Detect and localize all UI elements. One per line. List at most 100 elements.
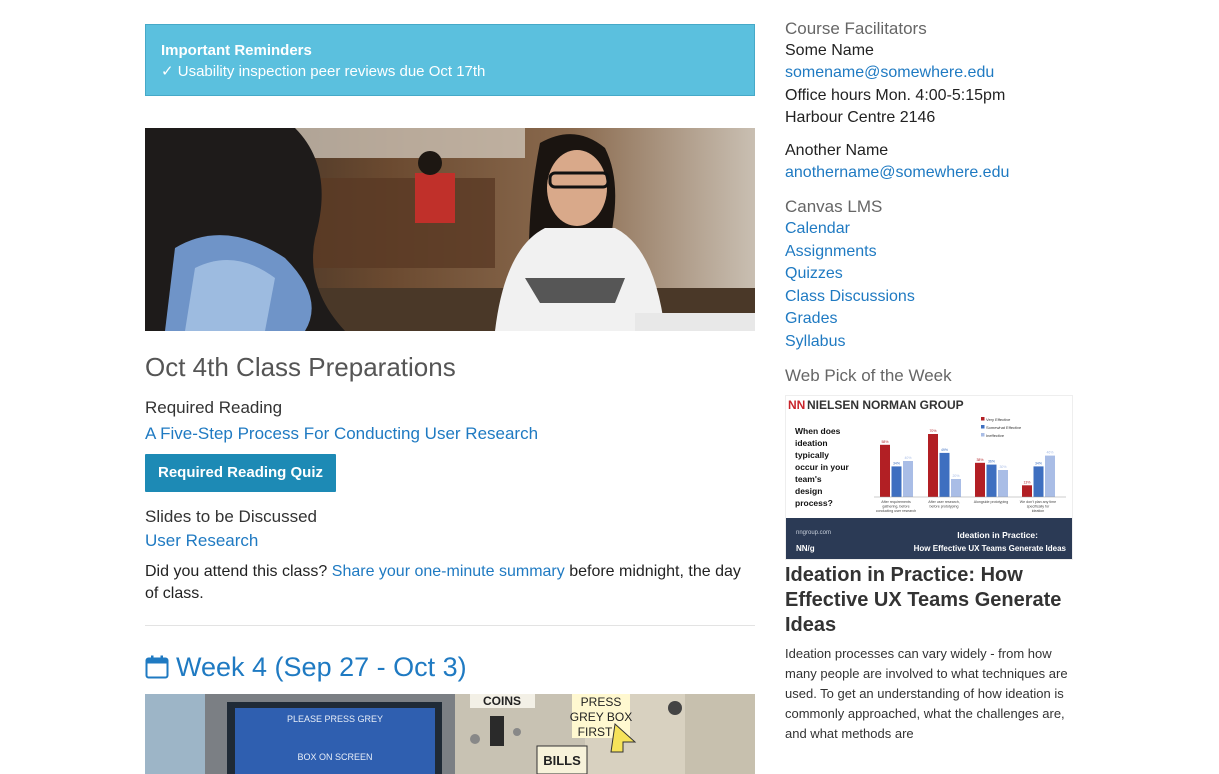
coins-sign: COINS — [483, 694, 521, 708]
chart-data-label: 36% — [988, 460, 995, 464]
kiosk-screen-text-2: BOX ON SCREEN — [297, 752, 372, 762]
chart-question-line: When does — [795, 426, 841, 436]
canvas-link-quizzes[interactable]: Quizzes — [785, 263, 1085, 286]
kiosk-illustration: PLEASE PRESS GREY BOX ON SCREEN COINS PR… — [145, 694, 755, 774]
chart-bar — [1045, 455, 1055, 497]
chart-data-label: 13% — [1023, 480, 1030, 484]
legend-label: Very Effective — [986, 417, 1011, 422]
chart-data-label: 30% — [999, 465, 1006, 469]
required-reading-quiz-button[interactable]: Required Reading Quiz — [145, 454, 337, 492]
required-reading-label: Required Reading — [145, 398, 283, 417]
web-pick-article-body: Ideation processes can vary widely - fro… — [785, 646, 1068, 741]
legend-swatch — [981, 425, 985, 429]
chart-question-line: occur in your — [795, 462, 850, 472]
chart-bar — [1033, 466, 1044, 497]
summary-link[interactable]: Share your one-minute summary — [332, 563, 565, 580]
calendar-icon — [145, 655, 169, 679]
chart-data-label: 20% — [952, 474, 959, 478]
facilitator-name-2: Another Name — [785, 141, 889, 159]
facilitator-office-hours: Office hours Mon. 4:00-5:15pm — [785, 86, 1006, 104]
class-prep-title: Oct 4th Class Preparations — [145, 352, 456, 382]
slides-link[interactable]: User Research — [145, 530, 755, 552]
first-sign: FIRST — [578, 725, 613, 739]
chart-data-label: 34% — [893, 461, 900, 465]
chart-bar — [1022, 485, 1032, 497]
chart-category-label: After requirements — [881, 500, 911, 504]
chart-bars: 58% 70% 38% 13% 34% 49% 36% 34% 40% 20% 30% 46% — [874, 429, 1066, 498]
facilitators-heading: Course Facilitators — [785, 19, 927, 38]
chart-category-label: We don't plan any time — [1020, 500, 1056, 504]
week-heading[interactable]: Week 4 (Sep 27 - Oct 3) — [145, 650, 755, 684]
legend-swatch — [981, 417, 985, 421]
week-4-photo: PLEASE PRESS GREY BOX ON SCREEN COINS PR… — [145, 694, 755, 774]
hero-photo-illustration — [145, 128, 755, 331]
attendance-text: Did you attend this class? Share your on… — [145, 561, 755, 605]
chart-category-labels: After requirementsgathering, beforecondu… — [876, 500, 1056, 513]
web-pick-article-title[interactable]: Ideation in Practice: How Effective UX T… — [785, 563, 1085, 638]
chart-data-label: 70% — [929, 429, 936, 433]
chart-bar — [903, 461, 913, 497]
section-divider — [145, 625, 755, 626]
chart-question-line: design — [795, 486, 822, 496]
chart-bar — [951, 479, 961, 497]
chart-data-label: 40% — [904, 456, 911, 460]
facilitator-email-link[interactable]: somename@somewhere.edu — [785, 62, 1085, 85]
web-pick-thumbnail[interactable]: NN NIELSEN NORMAN GROUP When does ideati… — [785, 395, 1073, 560]
legend-label: Somewhat Effective — [986, 425, 1022, 430]
web-pick-graphic: NN NIELSEN NORMAN GROUP When does ideati… — [786, 398, 1072, 559]
banner-subtitle: How Effective UX Teams Generate Ideas — [914, 544, 1067, 553]
sidebar: Course Facilitators Some Name somename@s… — [785, 18, 1085, 744]
chart-legend: Very Effective Somewhat Effective Ineffect… — [981, 417, 1022, 438]
attendance-prefix: Did you attend this class? — [145, 563, 332, 580]
banner-title: Ideation in Practice: — [957, 530, 1038, 540]
chart-bar — [986, 464, 997, 497]
facilitator-email-link-2[interactable]: anothername@somewhere.edu — [785, 162, 1085, 185]
press-sign: PRESS — [581, 695, 622, 709]
chart-question-line: typically — [795, 450, 829, 460]
chart-data-label: 46% — [1046, 451, 1053, 455]
hero-photo — [145, 128, 755, 331]
reminders-alert: Important Reminders ✓ Usability inspecti… — [145, 24, 755, 96]
chart-category-label: gathering, before — [882, 505, 909, 509]
chart-question-line: process? — [795, 498, 833, 508]
chart-category-label: Alongside prototyping — [974, 500, 1009, 504]
canvas-link-calendar[interactable]: Calendar — [785, 218, 1085, 241]
chart-data-label: 34% — [1035, 461, 1042, 465]
web-pick-heading: Web Pick of the Week — [785, 366, 952, 385]
chart-category-label: specifically for — [1027, 505, 1050, 509]
main-column: Important Reminders ✓ Usability inspecti… — [145, 24, 755, 774]
facilitator-room: Harbour Centre 2146 — [785, 108, 936, 126]
chart-category-label: After user research, — [928, 500, 960, 504]
chart-bar — [939, 452, 950, 497]
week-4-link[interactable]: Week 4 (Sep 27 - Oct 3) — [176, 650, 467, 684]
chart-question-line: ideation — [795, 438, 828, 448]
slides-label: Slides to be Discussed — [145, 507, 317, 526]
chart-data-label: 49% — [941, 448, 948, 452]
banner-logo: NN/g — [796, 544, 815, 553]
chart-bar — [928, 434, 938, 497]
chart-question-line: team's — [795, 474, 822, 484]
chart-category-label: before prototyping — [930, 505, 959, 509]
chart-bar — [891, 466, 902, 497]
canvas-link-syllabus[interactable]: Syllabus — [785, 331, 1085, 354]
canvas-heading: Canvas LMS — [785, 197, 883, 216]
chart-bar — [880, 444, 890, 497]
legend-label: Ineffective — [986, 433, 1005, 438]
kiosk-screen-text: PLEASE PRESS GREY — [287, 714, 383, 724]
grey-box-sign: GREY BOX — [570, 710, 632, 724]
chart-category-label: ideation — [1032, 509, 1045, 513]
banner-site: nngroup.com — [796, 530, 831, 536]
nng-mark: NN — [788, 398, 805, 412]
facilitator-name: Some Name — [785, 42, 874, 59]
nng-brand: NIELSEN NORMAN GROUP — [807, 398, 964, 412]
chart-data-label: 38% — [976, 458, 983, 462]
chart-bar — [975, 462, 985, 497]
chart-data-label: 58% — [881, 440, 888, 444]
reminders-title: Important Reminders — [161, 42, 312, 59]
canvas-link-assignments[interactable]: Assignments — [785, 241, 1085, 264]
required-reading-link[interactable]: A Five-Step Process For Conducting User … — [145, 423, 755, 445]
canvas-link-discussions[interactable]: Class Discussions — [785, 286, 1085, 309]
reminder-item: ✓ Usability inspection peer reviews due … — [161, 63, 486, 80]
canvas-link-grades[interactable]: Grades — [785, 308, 1085, 331]
bills-sign: BILLS — [543, 753, 581, 768]
